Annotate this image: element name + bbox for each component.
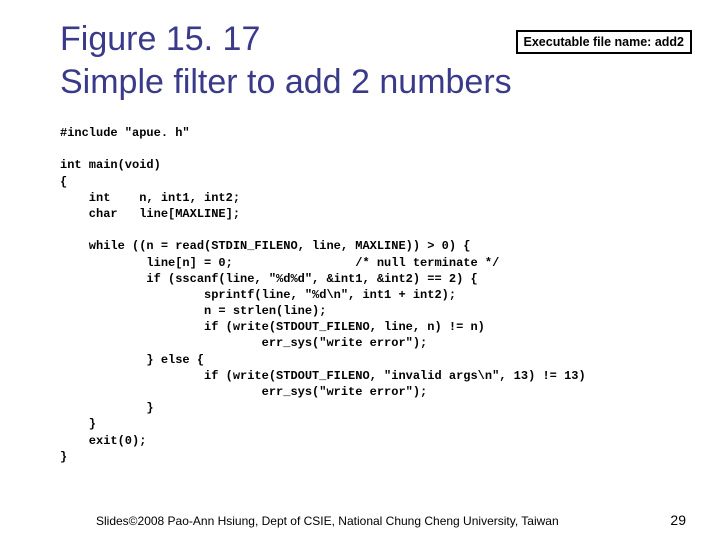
footer-text: Slides©2008 Pao-Ann Hsiung, Dept of CSIE…	[96, 514, 559, 528]
slide-title: Figure 15. 17 Simple filter to add 2 num…	[60, 18, 512, 103]
executable-badge: Executable file name: add2	[516, 30, 692, 54]
title-row: Figure 15. 17 Simple filter to add 2 num…	[60, 18, 692, 103]
slide: Figure 15. 17 Simple filter to add 2 num…	[0, 0, 720, 540]
title-line-2: Simple filter to add 2 numbers	[60, 63, 512, 101]
footer: Slides©2008 Pao-Ann Hsiung, Dept of CSIE…	[0, 512, 720, 528]
title-line-1: Figure 15. 17	[60, 20, 260, 58]
page-number: 29	[670, 512, 686, 528]
code-block: #include "apue. h" int main(void) { int …	[60, 125, 692, 465]
